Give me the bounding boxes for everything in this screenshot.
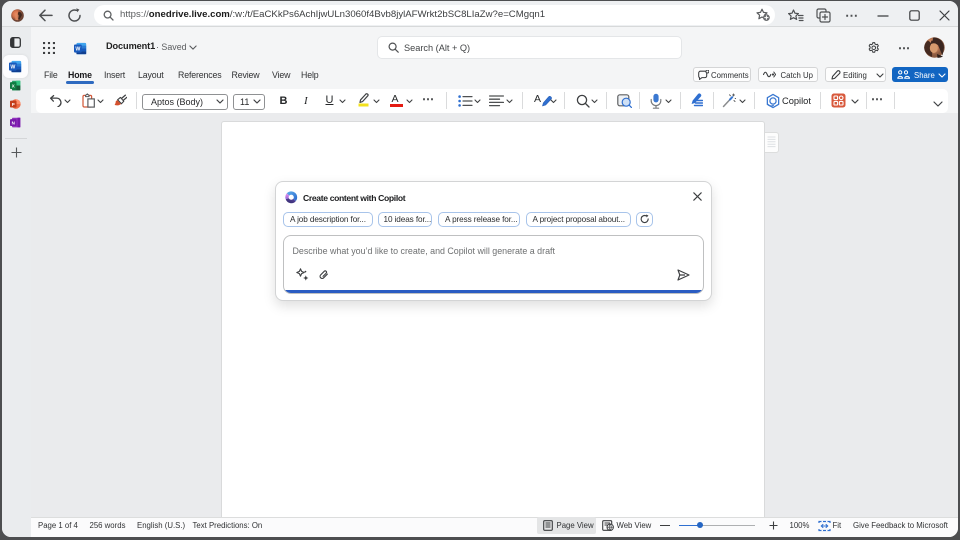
svg-text:W: W xyxy=(75,47,80,53)
svg-text:W: W xyxy=(10,65,15,71)
svg-text:P: P xyxy=(12,102,15,107)
svg-text:N: N xyxy=(12,120,15,125)
svg-text:X: X xyxy=(12,83,15,88)
